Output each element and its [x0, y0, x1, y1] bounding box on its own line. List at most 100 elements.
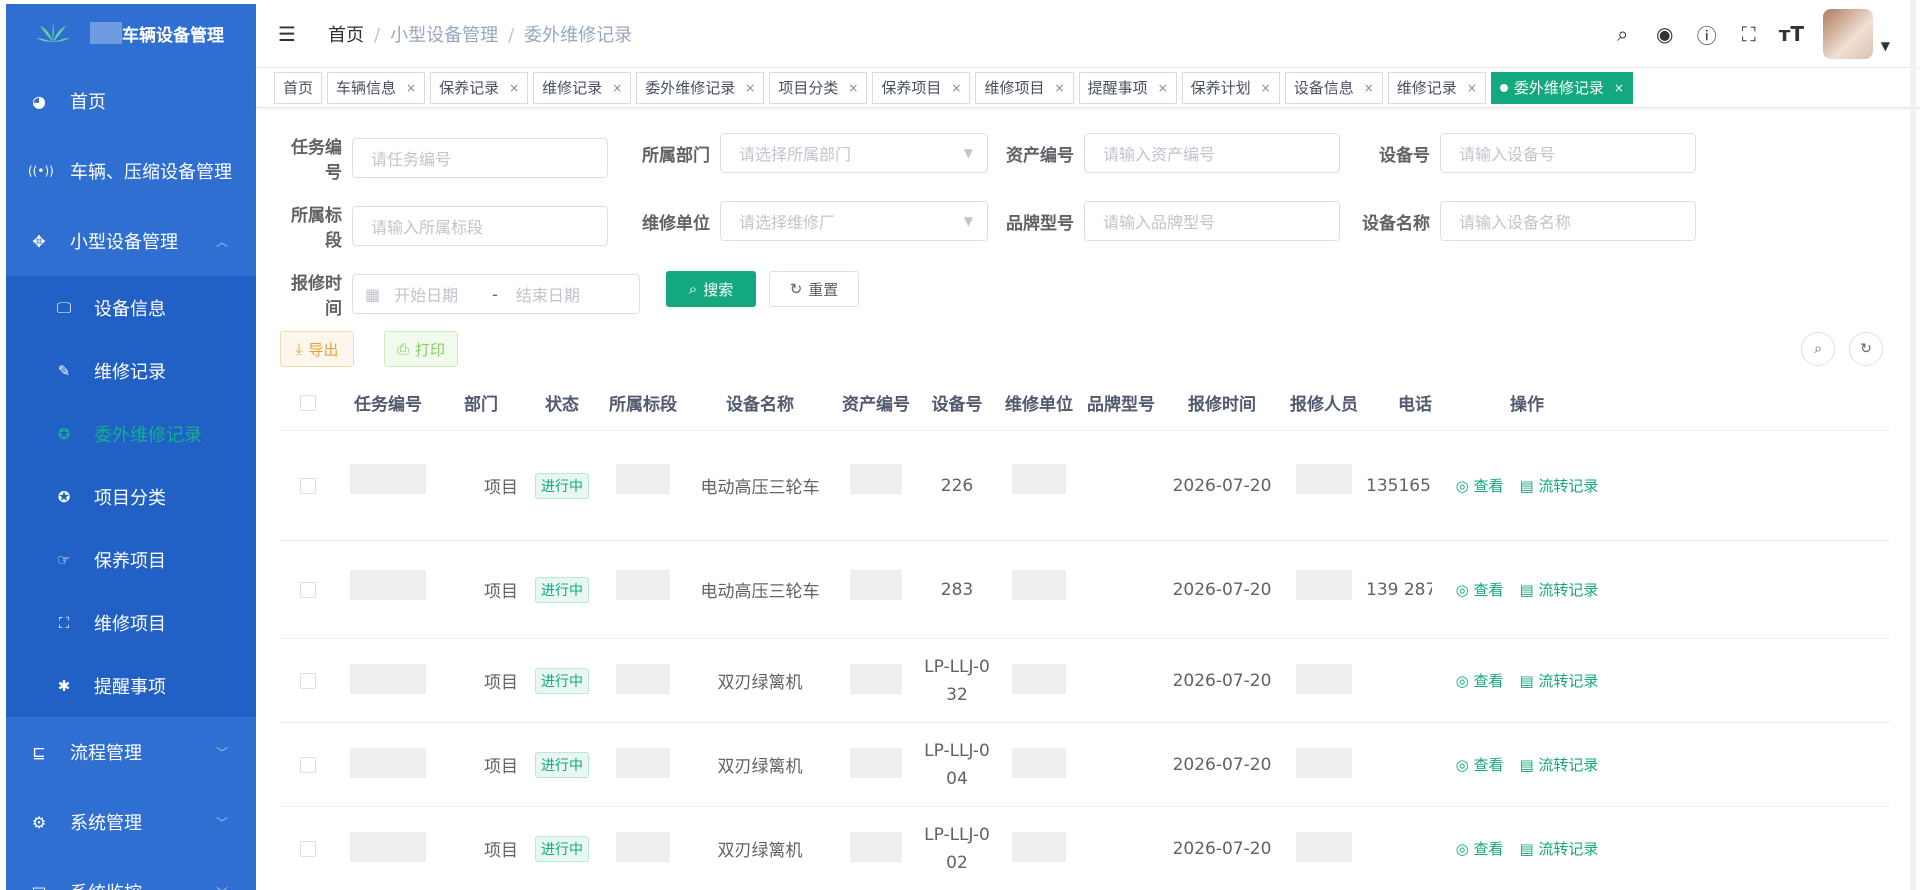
flow-record-link[interactable]: ▤ 流转记录 — [1519, 579, 1598, 600]
sidebar-item-category[interactable]: ✪ 项目分类 — [6, 465, 256, 528]
column-header[interactable]: 设备号 — [916, 390, 998, 415]
caret-down-icon[interactable]: ▼ — [1881, 39, 1890, 53]
device-no-input[interactable]: 请输入设备号 — [1440, 133, 1696, 173]
flow-record-link[interactable]: ▤ 流转记录 — [1519, 754, 1598, 775]
close-icon[interactable]: × — [509, 81, 519, 95]
breadcrumb: 首页 / 小型设备管理 / 委外维修记录 — [328, 24, 633, 46]
close-icon[interactable]: × — [1467, 81, 1477, 95]
sidebar-item-small-device[interactable]: ✥ 小型设备管理 ︿ — [6, 206, 256, 276]
column-header[interactable]: 操作 — [1432, 390, 1622, 415]
row-checkbox[interactable] — [300, 672, 316, 689]
view-link[interactable]: ◎ 查看 — [1456, 754, 1504, 775]
column-header[interactable]: 所属标段 — [602, 390, 684, 415]
close-icon[interactable]: × — [745, 81, 755, 95]
column-header[interactable]: 电话 — [1366, 390, 1432, 415]
sidebar-item-device-info[interactable]: 🖵 设备信息 — [6, 276, 256, 339]
row-checkbox[interactable] — [300, 477, 316, 494]
sidebar-item-home[interactable]: ◕ 首页 — [6, 66, 256, 136]
tag-9[interactable]: 保养计划 × — [1181, 71, 1280, 104]
tag-label: 首页 — [283, 79, 314, 97]
task-no-input[interactable]: 请任务编号 — [352, 138, 608, 178]
flow-record-link[interactable]: ▤ 流转记录 — [1519, 475, 1598, 496]
fullscreen-icon[interactable]: ⛶ — [1737, 22, 1761, 46]
tag-5[interactable]: 项目分类 × — [769, 71, 868, 104]
flow-record-link[interactable]: ▤ 流转记录 — [1519, 838, 1598, 859]
sidebar-item-repair-item[interactable]: ⛶ 维修项目 — [6, 591, 256, 654]
tag-2[interactable]: 保养记录 × — [430, 71, 529, 104]
search-icon[interactable]: ⌕ — [1611, 22, 1635, 46]
close-icon[interactable]: × — [1055, 81, 1065, 95]
app-logo[interactable]: 车辆设备管理 — [6, 4, 256, 62]
view-link[interactable]: ◎ 查看 — [1456, 670, 1504, 691]
asset-no-input[interactable]: 请输入资产编号 — [1084, 133, 1340, 173]
sidebar-item-reminder[interactable]: ✱ 提醒事项 — [6, 654, 256, 717]
close-icon[interactable]: × — [1614, 81, 1624, 95]
select-all-checkbox[interactable] — [300, 394, 316, 411]
tag-4[interactable]: 委外维修记录 × — [636, 71, 765, 104]
column-header[interactable]: 设备名称 — [684, 390, 836, 415]
sidebar-item-repair-record[interactable]: ✎ 维修记录 — [6, 339, 256, 402]
sidebar-item-maintain[interactable]: ☞ 保养项目 — [6, 528, 256, 591]
column-header[interactable]: 状态 — [522, 390, 602, 415]
close-icon[interactable]: × — [612, 81, 622, 95]
section-input[interactable]: 请输入所属标段 — [352, 206, 608, 246]
sidebar-item-monitor[interactable]: ▣系统监控﹀ — [6, 857, 256, 890]
tag-7[interactable]: 维修项目 × — [975, 71, 1074, 104]
view-link[interactable]: ◎ 查看 — [1456, 838, 1504, 859]
tag-11[interactable]: 维修记录 × — [1387, 71, 1486, 104]
avatar[interactable] — [1822, 9, 1873, 59]
search-button[interactable]: ⌕ 搜索 — [666, 271, 756, 307]
row-checkbox[interactable] — [300, 756, 316, 773]
help-icon[interactable]: ⓘ — [1695, 20, 1719, 49]
tag-1[interactable]: 车辆信息 × — [327, 71, 426, 104]
reset-button[interactable]: ↻ 重置 — [769, 271, 859, 307]
column-header[interactable]: 资产编号 — [836, 390, 916, 415]
close-icon[interactable]: × — [951, 81, 961, 95]
table-row: 项目进行中 电动高压三轮车 226 2026-07-20 1351657 ◎ 查看 ▤ 流转… — [280, 431, 1890, 541]
refresh-table-button[interactable]: ↻ — [1849, 332, 1883, 366]
toggle-search-button[interactable]: ⌕ — [1801, 332, 1835, 366]
brand-input[interactable]: 请输入品牌型号 — [1084, 201, 1340, 241]
device-name-input[interactable]: 请输入设备名称 — [1440, 201, 1696, 241]
sidebar-item-vehicle[interactable]: ((•)) 车辆、压缩设备管理 — [6, 136, 256, 206]
hamburger-icon[interactable]: ☰ — [278, 22, 300, 46]
tag-6[interactable]: 保养项目 × — [872, 71, 971, 104]
close-icon[interactable]: × — [1158, 81, 1168, 95]
tag-label: 维修记录 — [1396, 79, 1457, 97]
font-size-icon[interactable]: ᴛT — [1779, 22, 1804, 46]
row-checkbox[interactable] — [300, 581, 316, 598]
column-header[interactable]: 品牌型号 — [1080, 390, 1162, 415]
column-header[interactable]: 维修单位 — [998, 390, 1080, 415]
repair-unit-select[interactable]: 请选择维修厂 ▼ — [720, 201, 988, 241]
tag-12[interactable]: 委外维修记录 × — [1490, 71, 1633, 104]
column-header[interactable]: 部门 — [440, 390, 522, 415]
close-icon[interactable]: × — [848, 81, 858, 95]
view-link[interactable]: ◎ 查看 — [1456, 579, 1504, 600]
tag-3[interactable]: 维修记录 × — [533, 71, 632, 104]
sidebar-item-outsource[interactable]: ✪ 委外维修记录 — [6, 402, 256, 465]
sidebar-item-system[interactable]: ⚙ 系统管理 ﹀ — [6, 787, 256, 857]
flow-record-link[interactable]: ▤ 流转记录 — [1519, 670, 1598, 691]
row-checkbox[interactable] — [300, 840, 316, 857]
breadcrumb-home[interactable]: 首页 — [328, 25, 364, 46]
github-icon[interactable]: ◉ — [1653, 22, 1677, 46]
tag-0[interactable]: 首页 — [274, 71, 323, 104]
view-link[interactable]: ◎ 查看 — [1456, 475, 1504, 496]
column-header[interactable]: 报修人员 — [1282, 390, 1366, 415]
tag-10[interactable]: 设备信息 × — [1284, 71, 1383, 104]
page-scrollbar[interactable] — [1910, 0, 1916, 890]
column-header[interactable]: 报修时间 — [1162, 390, 1282, 415]
sidebar-item-flow[interactable]: ⊑ 流程管理 ﹀ — [6, 717, 256, 787]
column-header[interactable]: 任务编号 — [336, 390, 440, 415]
export-button[interactable]: ⤓ 导出 — [280, 331, 354, 367]
dept-select[interactable]: 请选择所属部门 ▼ — [720, 133, 988, 173]
print-button[interactable]: ⎙ 打印 — [384, 331, 458, 367]
close-icon[interactable]: × — [406, 81, 416, 95]
close-icon[interactable]: × — [1261, 81, 1271, 95]
date-range-picker[interactable]: ▦ 开始日期 - 结束日期 — [352, 274, 640, 314]
cell-status: 进行中 — [522, 472, 602, 499]
redacted-block — [616, 747, 670, 778]
tag-8[interactable]: 提醒事项 × — [1078, 71, 1177, 104]
close-icon[interactable]: × — [1364, 81, 1374, 95]
table-row: 项目 进行中 双刃绿篱机 LP-LLJ-032 2026-07-20 ◎ 查看 ▤ 流转记录 — [280, 639, 1890, 723]
